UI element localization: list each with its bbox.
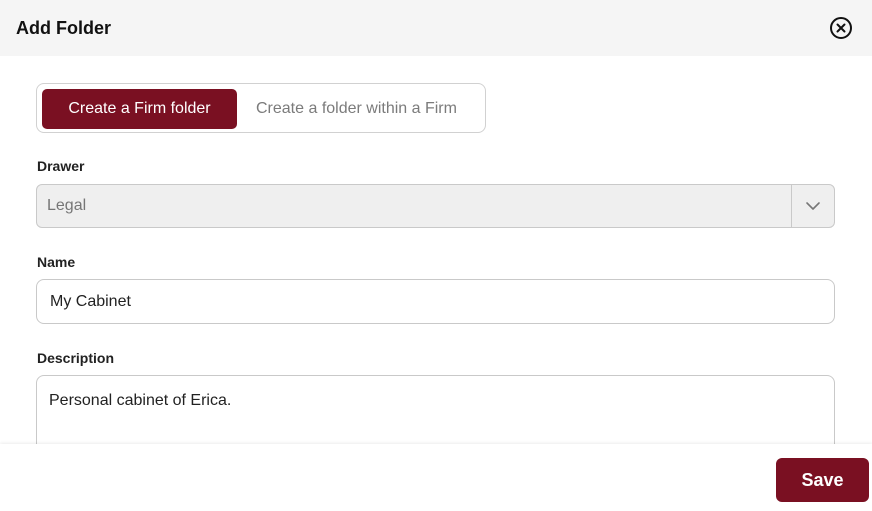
- name-field[interactable]: My Cabinet: [36, 279, 835, 324]
- drawer-value: Legal: [47, 197, 87, 214]
- description-label: Description: [37, 350, 115, 366]
- dialog-header: Add Folder: [0, 0, 872, 56]
- close-circle-icon: [830, 17, 852, 39]
- close-button[interactable]: [829, 16, 853, 40]
- drawer-dropdown-button[interactable]: [792, 185, 834, 227]
- drawer-label: Drawer: [37, 158, 85, 174]
- folder-type-toggle: Create a Firm folder Create a folder wit…: [36, 83, 486, 133]
- save-button[interactable]: Save: [776, 458, 869, 502]
- chevron-down-icon: [806, 202, 820, 210]
- tab-create-folder-within-firm[interactable]: Create a folder within a Firm: [256, 89, 457, 129]
- name-label: Name: [37, 254, 76, 270]
- dialog-title: Add Folder: [16, 18, 111, 38]
- tab-create-firm-folder[interactable]: Create a Firm folder: [42, 89, 237, 129]
- dialog-footer: Save: [0, 444, 872, 511]
- drawer-select[interactable]: Legal: [36, 184, 835, 228]
